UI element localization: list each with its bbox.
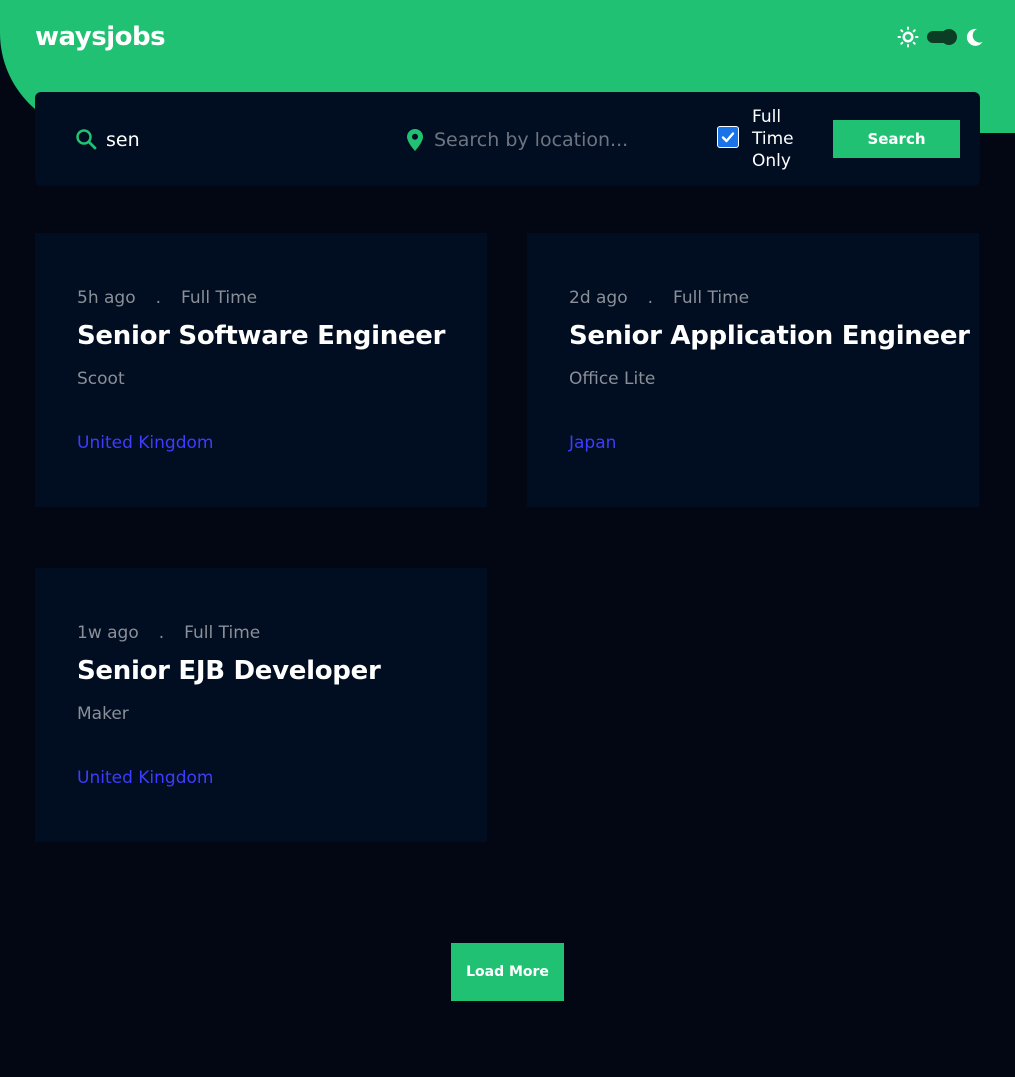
search-button[interactable]: Search (833, 120, 960, 158)
posted-time: 5h ago (77, 288, 136, 308)
job-card[interactable]: 1w ago . Full Time Senior EJB Developer … (35, 568, 487, 842)
full-time-label[interactable]: Full Time Only (752, 106, 812, 172)
meta-separator: . (158, 623, 165, 643)
job-card[interactable]: 5h ago . Full Time Senior Software Engin… (35, 233, 487, 507)
job-title[interactable]: Senior Software Engineer (77, 321, 445, 351)
job-meta: 5h ago . Full Time (77, 288, 257, 308)
contract-type: Full Time (184, 623, 261, 643)
job-title[interactable]: Senior Application Engineer (569, 321, 970, 351)
search-bar: Full Time Only Search (35, 92, 980, 186)
checkmark-icon (721, 132, 735, 143)
job-location-link[interactable]: United Kingdom (77, 768, 213, 788)
meta-separator: . (647, 288, 654, 308)
moon-icon (966, 28, 983, 46)
theme-toggle (897, 26, 985, 48)
full-time-checkbox[interactable] (717, 126, 739, 148)
theme-switch-knob (941, 29, 957, 45)
theme-switch[interactable] (927, 29, 957, 45)
company-name: Office Lite (569, 369, 656, 389)
posted-time: 1w ago (77, 623, 139, 643)
company-name: Scoot (77, 369, 125, 389)
posted-time: 2d ago (569, 288, 628, 308)
company-name: Maker (77, 704, 129, 724)
load-more-button[interactable]: Load More (451, 943, 564, 1001)
job-location-link[interactable]: Japan (569, 433, 616, 453)
meta-separator: . (155, 288, 162, 308)
search-icon (76, 129, 97, 150)
contract-type: Full Time (181, 288, 258, 308)
map-pin-icon (407, 129, 423, 151)
sun-icon (897, 26, 919, 48)
job-title-search-input[interactable] (104, 122, 368, 158)
location-search-input[interactable] (432, 122, 696, 158)
job-meta: 1w ago . Full Time (77, 623, 260, 643)
job-title[interactable]: Senior EJB Developer (77, 656, 381, 686)
job-card[interactable]: 2d ago . Full Time Senior Application En… (527, 233, 979, 507)
job-location-link[interactable]: United Kingdom (77, 433, 213, 453)
contract-type: Full Time (673, 288, 750, 308)
job-meta: 2d ago . Full Time (569, 288, 749, 308)
logo[interactable]: waysjobs (35, 22, 166, 52)
